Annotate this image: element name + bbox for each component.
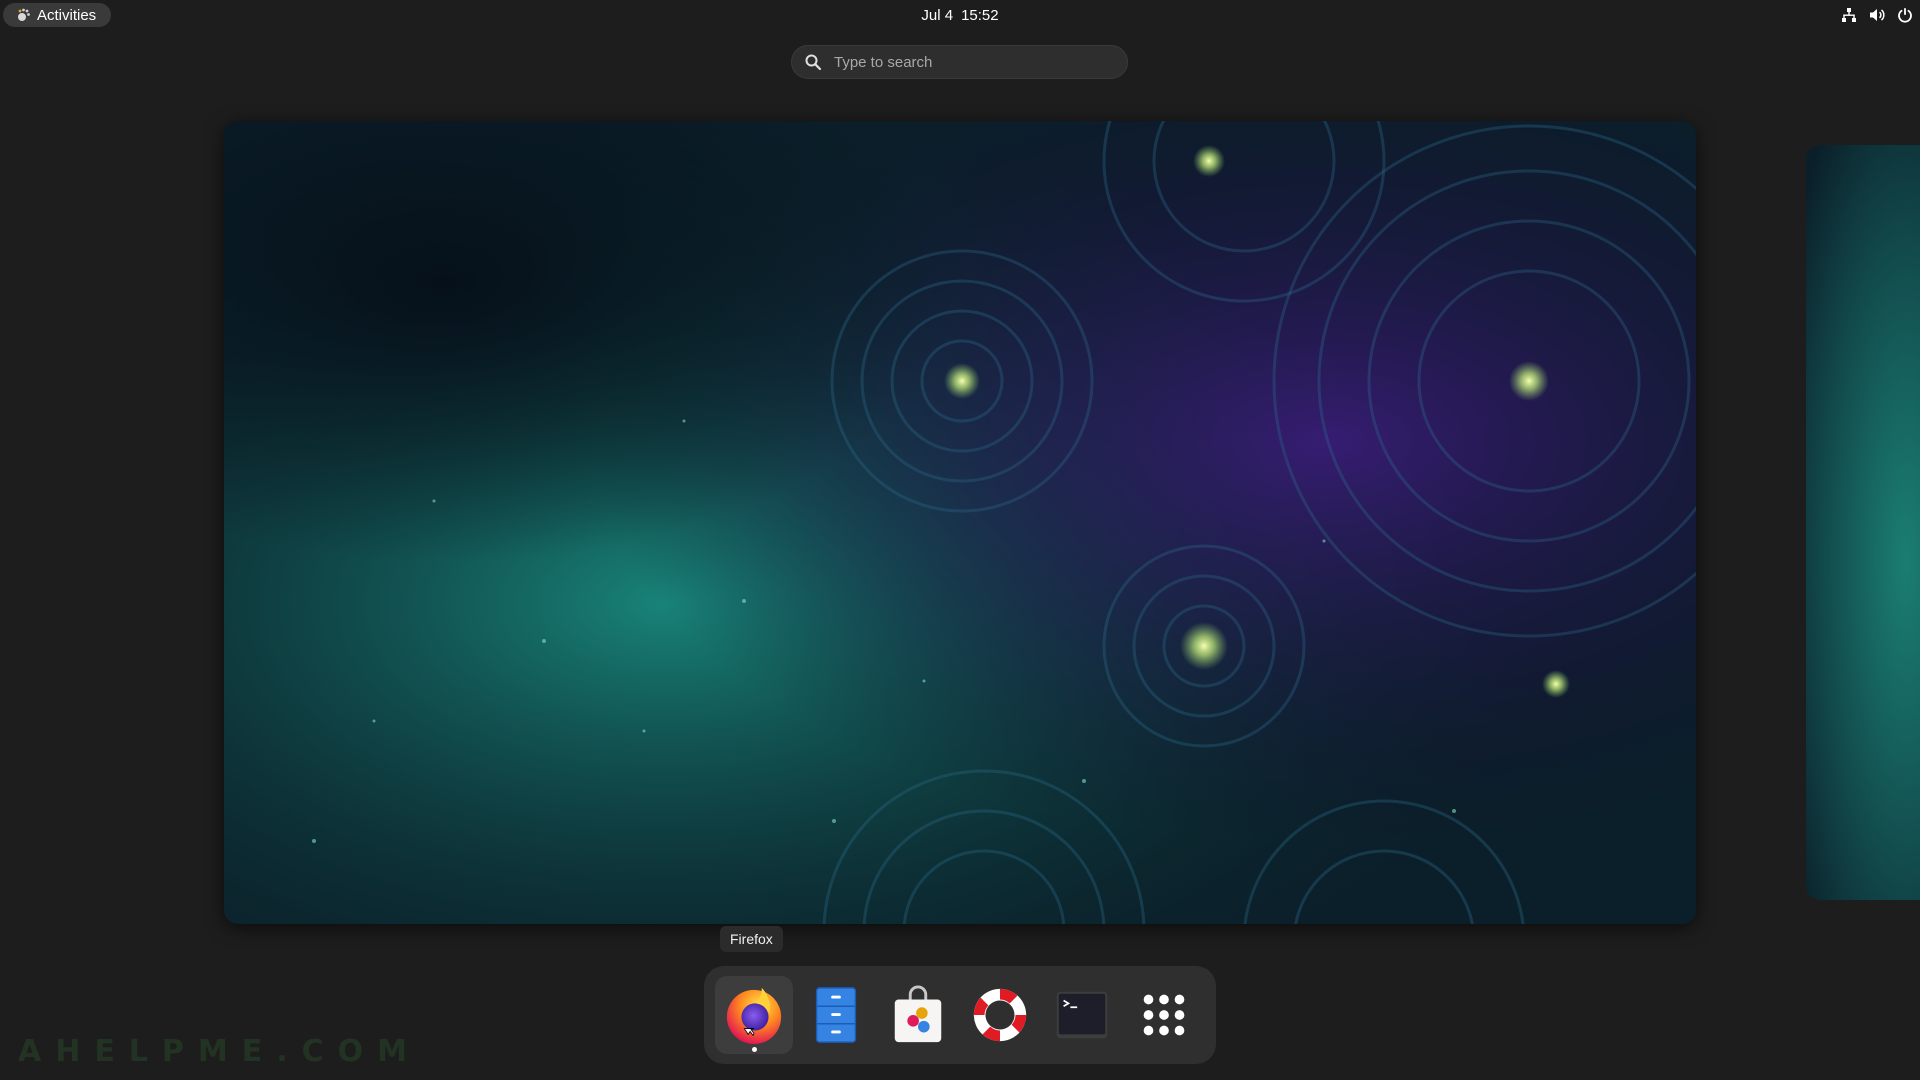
software-icon — [894, 985, 942, 1043]
files-icon — [815, 987, 857, 1043]
network-icon[interactable] — [1840, 6, 1858, 24]
clock: Jul 4 15:52 — [0, 0, 1920, 30]
dash-item-terminal[interactable] — [1043, 976, 1121, 1054]
workspace-thumbnail-current[interactable] — [224, 121, 1696, 924]
gnome-foot-icon — [18, 8, 30, 21]
app-grid-icon — [1143, 994, 1185, 1036]
wallpaper — [224, 121, 1696, 924]
search-input[interactable] — [832, 52, 1106, 72]
clock-time[interactable]: 15:52 — [961, 7, 999, 24]
power-icon[interactable] — [1896, 6, 1914, 24]
clock-date[interactable]: Jul 4 — [921, 7, 953, 24]
dash-item-firefox[interactable] — [715, 976, 793, 1054]
watermark: AHELPME.COM — [18, 1034, 422, 1069]
dash-item-files[interactable] — [797, 976, 875, 1054]
dash-item-help[interactable] — [961, 976, 1039, 1054]
search-icon — [805, 54, 822, 71]
dash-item-software[interactable] — [879, 976, 957, 1054]
search-entry[interactable] — [791, 45, 1128, 79]
activities-label: Activities — [37, 6, 97, 24]
top-bar: Activities Jul 4 15:52 — [0, 0, 1920, 30]
workspace-thumbnail-next[interactable] — [1806, 145, 1920, 900]
volume-icon[interactable] — [1868, 6, 1886, 24]
help-icon — [973, 988, 1027, 1042]
activities-button[interactable]: Activities — [3, 3, 112, 27]
wallpaper-next — [1806, 145, 1920, 900]
dash-tooltip: Firefox — [720, 926, 783, 952]
firefox-icon — [726, 987, 782, 1045]
dash-item-show-applications[interactable] — [1125, 976, 1203, 1054]
dash — [704, 966, 1216, 1064]
terminal-icon — [1056, 991, 1108, 1039]
system-tray[interactable] — [1840, 0, 1914, 30]
running-indicator — [752, 1047, 757, 1052]
